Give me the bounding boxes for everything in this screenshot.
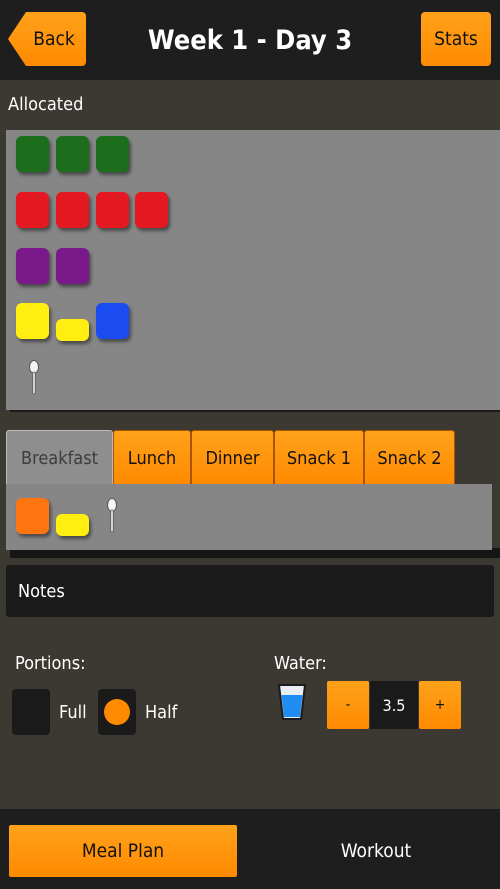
tab-lunch[interactable]: Lunch bbox=[113, 430, 191, 486]
tab-snack-2[interactable]: Snack 2 bbox=[364, 430, 455, 486]
blue-block bbox=[96, 303, 129, 339]
water-decrease-button[interactable]: - bbox=[327, 681, 369, 729]
notes-label: Notes bbox=[18, 580, 65, 602]
allocated-label: Allocated bbox=[8, 94, 84, 115]
tab-label: Snack 2 bbox=[377, 447, 442, 469]
green-block bbox=[56, 136, 89, 172]
red-block bbox=[16, 192, 49, 228]
yellow-block bbox=[16, 303, 49, 339]
portion-half-checkbox[interactable] bbox=[98, 689, 136, 735]
tab-label: Dinner bbox=[205, 447, 260, 469]
tab-label: Lunch bbox=[127, 447, 177, 469]
yellow-half-block bbox=[56, 514, 89, 536]
tab-dinner[interactable]: Dinner bbox=[191, 430, 274, 486]
tab-label: Snack 1 bbox=[286, 447, 352, 469]
portions-label: Portions: bbox=[15, 653, 86, 674]
purple-block bbox=[16, 248, 49, 284]
water-increase-button[interactable]: + bbox=[419, 681, 461, 729]
allocated-panel bbox=[6, 130, 500, 410]
meal-plan-label: Meal Plan bbox=[81, 840, 165, 862]
purple-block bbox=[56, 248, 89, 284]
back-button-label: Back bbox=[33, 28, 75, 50]
minus-label: - bbox=[345, 697, 351, 713]
notes-field[interactable]: Notes bbox=[6, 565, 494, 617]
orange-block bbox=[16, 498, 49, 534]
portion-full-label: Full bbox=[59, 702, 87, 723]
stats-button-label: Stats bbox=[434, 28, 478, 50]
yellow-half-block bbox=[56, 319, 89, 341]
red-block bbox=[135, 192, 168, 228]
spoon-icon bbox=[29, 360, 39, 395]
tab-snack-1[interactable]: Snack 1 bbox=[274, 430, 364, 486]
portion-half-label: Half bbox=[145, 702, 178, 723]
red-block bbox=[56, 192, 89, 228]
tab-label: Breakfast bbox=[20, 447, 99, 469]
workout-button[interactable]: Workout bbox=[262, 825, 490, 877]
green-block bbox=[96, 136, 129, 172]
page-title: Week 1 - Day 3 bbox=[147, 24, 353, 56]
green-block bbox=[16, 136, 49, 172]
portion-full-checkbox[interactable] bbox=[12, 689, 50, 735]
water-glass-icon bbox=[277, 684, 307, 720]
red-block bbox=[96, 192, 129, 228]
portion-selected-indicator bbox=[104, 699, 130, 725]
water-value: 3.5 bbox=[370, 681, 418, 729]
meal-items-panel bbox=[6, 484, 492, 550]
spoon-icon bbox=[107, 498, 117, 533]
meal-plan-button[interactable]: Meal Plan bbox=[9, 825, 237, 877]
water-label: Water: bbox=[274, 653, 327, 674]
plus-label: + bbox=[434, 697, 446, 713]
stats-button[interactable]: Stats bbox=[421, 12, 491, 66]
workout-label: Workout bbox=[340, 840, 412, 862]
tab-breakfast[interactable]: Breakfast bbox=[6, 430, 113, 486]
